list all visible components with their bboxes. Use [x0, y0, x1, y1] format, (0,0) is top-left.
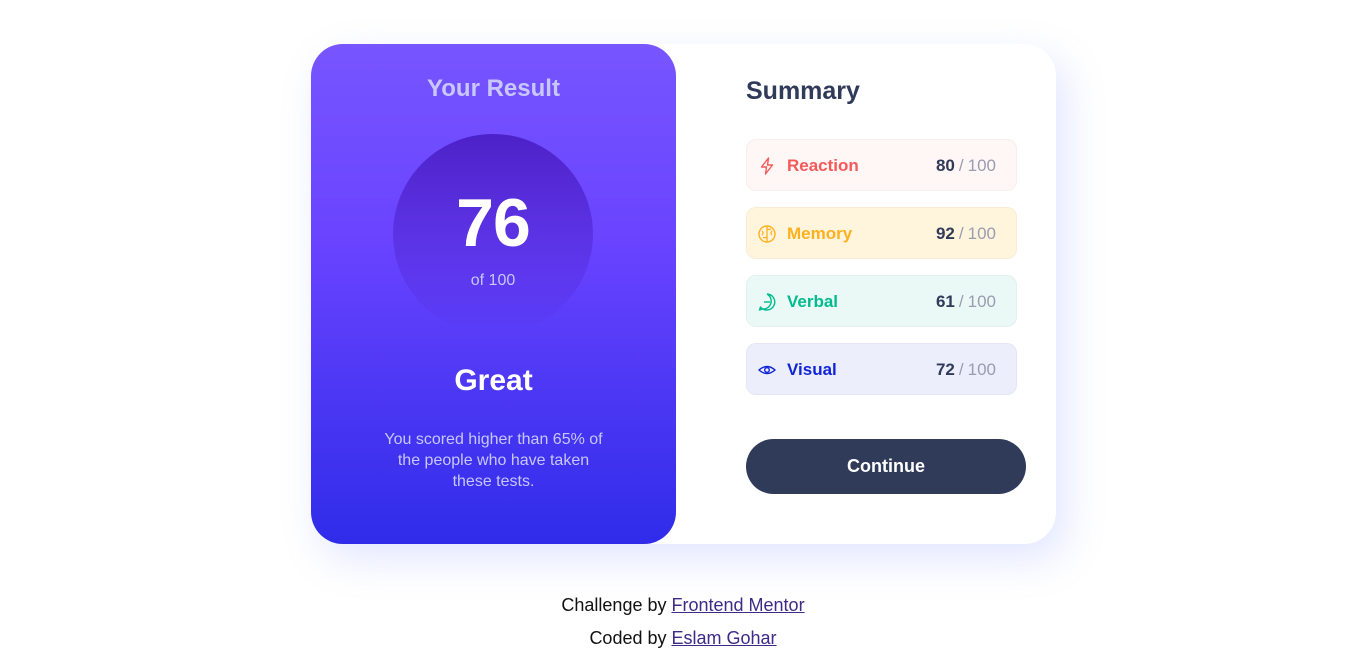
summary-item-score: 72/100: [935, 360, 996, 379]
summary-item-label: Reaction: [787, 156, 859, 175]
summary-item-memory: Memory 92/100: [746, 207, 1017, 259]
summary-panel: Summary Reaction 80/100 Memory 92/100 Ve…: [746, 44, 1026, 544]
rating-label: Great: [454, 364, 533, 397]
results-card: Your Result 76 of 100 Great You scored h…: [311, 44, 1056, 544]
frontend-mentor-link[interactable]: Frontend Mentor: [672, 595, 805, 615]
summary-item-score: 92/100: [935, 224, 996, 243]
summary-item-verbal: Verbal 61/100: [746, 275, 1017, 327]
summary-item-visual: Visual 72/100: [746, 343, 1017, 395]
summary-title: Summary: [746, 77, 860, 105]
score-value: 76: [456, 185, 531, 261]
attribution: Challenge by Frontend Mentor Coded by Es…: [0, 589, 1366, 655]
result-panel: Your Result 76 of 100 Great You scored h…: [311, 44, 676, 544]
brain-icon: [757, 224, 777, 244]
eye-icon: [757, 360, 777, 380]
summary-item-label: Verbal: [787, 292, 839, 311]
summary-item-label: Memory: [787, 224, 853, 243]
attribution-coded: Coded by Eslam Gohar: [589, 628, 777, 648]
rating-description: You scored higher than 65% of the people…: [384, 431, 603, 490]
continue-button[interactable]: Continue: [746, 439, 1026, 494]
summary-item-score: 80/100: [935, 156, 996, 175]
summary-item-reaction: Reaction 80/100: [746, 139, 1017, 191]
chat-bubble-icon: [757, 292, 777, 312]
summary-item-label: Visual: [787, 360, 837, 379]
result-title: Your Result: [427, 75, 560, 102]
score-max-label: of 100: [470, 272, 516, 289]
summary-item-score: 61/100: [935, 292, 996, 311]
attribution-challenge: Challenge by Frontend Mentor: [561, 595, 805, 615]
score-circle: 76 of 100: [393, 134, 593, 334]
author-link[interactable]: Eslam Gohar: [672, 628, 777, 648]
lightning-icon: [757, 156, 777, 176]
